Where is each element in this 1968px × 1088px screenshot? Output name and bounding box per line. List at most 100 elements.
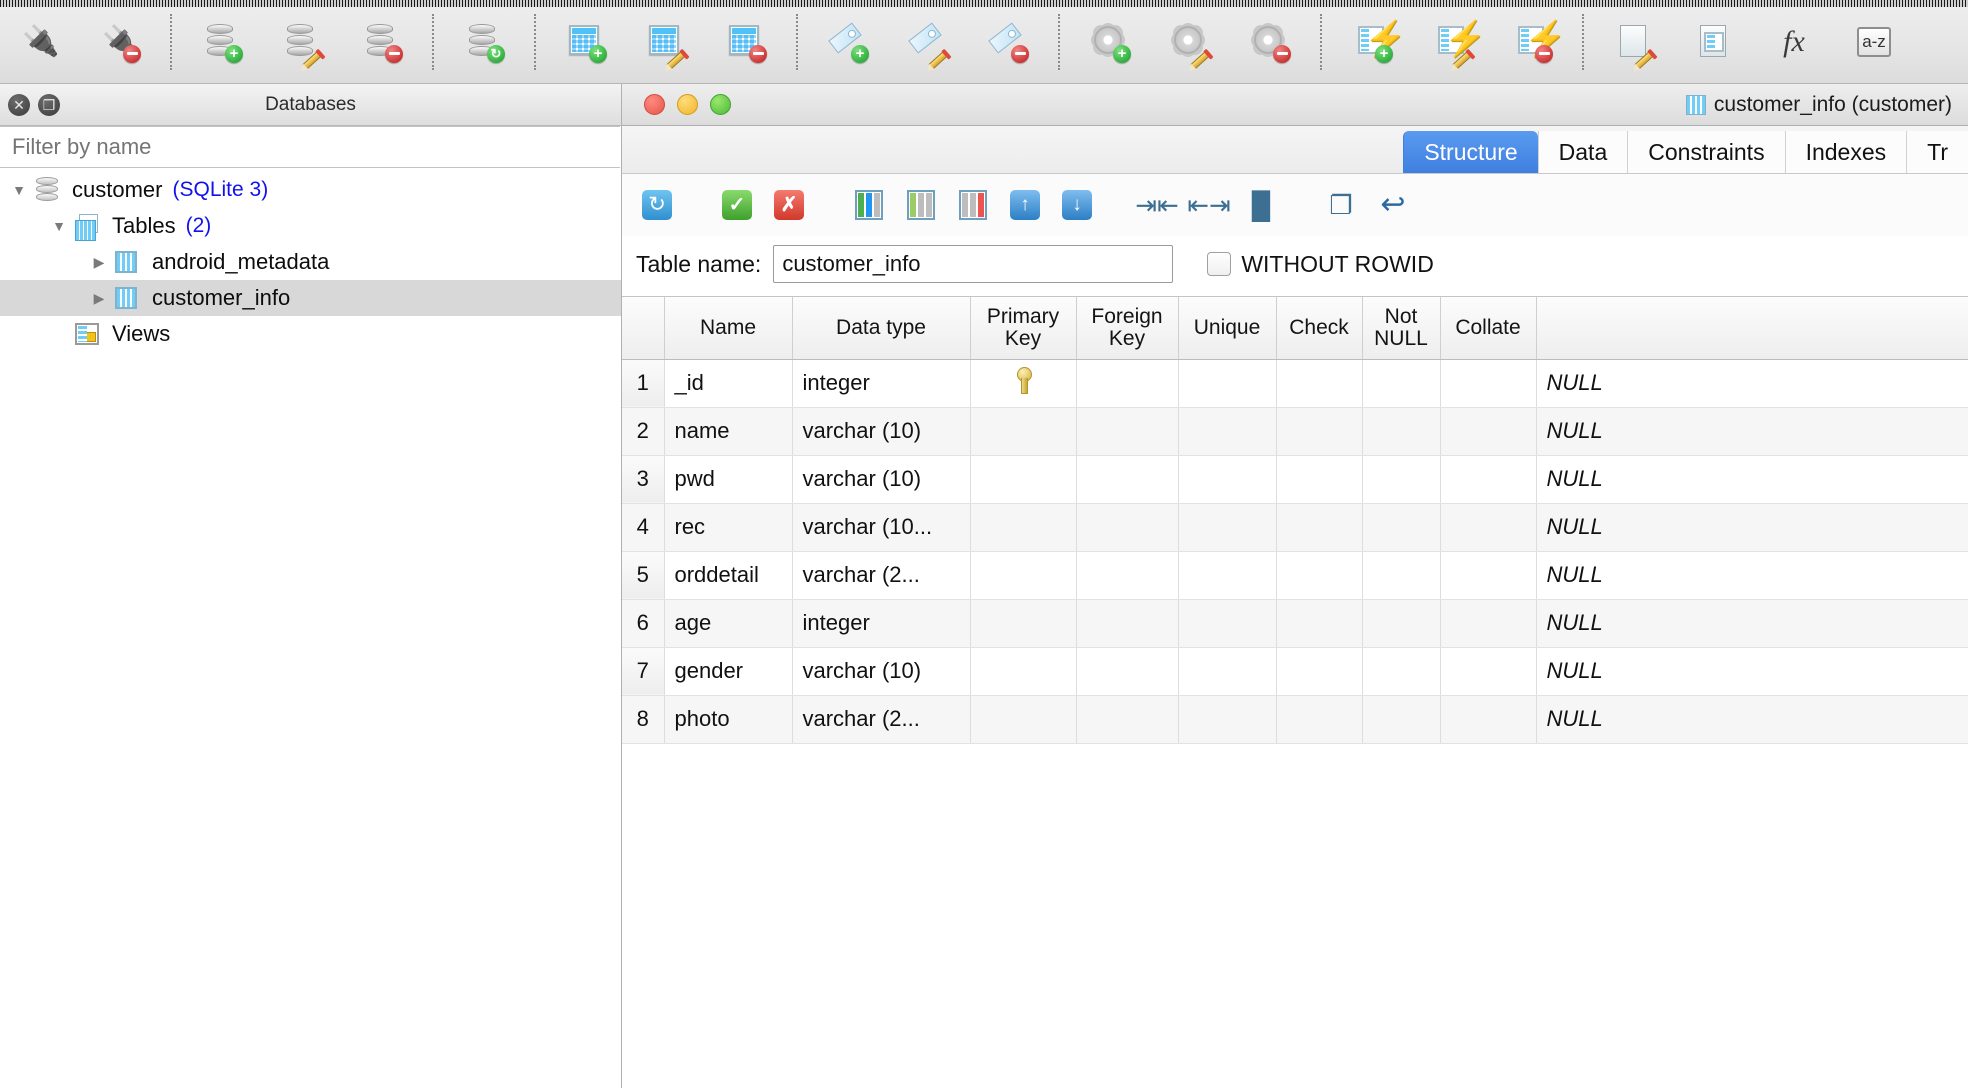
connect-database-icon[interactable]: 🔌 (0, 7, 80, 77)
zoom-window-button[interactable] (710, 94, 731, 115)
cell-foreign-key[interactable] (1076, 647, 1179, 696)
new-query-icon[interactable] (1594, 7, 1674, 77)
add-table-icon[interactable]: + (546, 7, 626, 77)
cell-primary-key[interactable] (970, 407, 1077, 456)
shrink-columns-button[interactable]: ⇥⇤ (1134, 184, 1180, 226)
tree-item-customer-info[interactable]: ▶ customer_info (0, 280, 621, 316)
refresh-button[interactable]: ↻ (634, 184, 680, 226)
cell-default[interactable]: NULL (1536, 695, 1968, 744)
cell-unique[interactable] (1178, 455, 1277, 504)
cell-default[interactable]: NULL (1536, 455, 1968, 504)
cell-foreign-key[interactable] (1076, 407, 1179, 456)
close-window-button[interactable] (644, 94, 665, 115)
edit-index-icon[interactable] (888, 7, 968, 77)
table-row[interactable]: 6 age integer NULL (622, 599, 1968, 648)
cell-datatype[interactable]: varchar (10) (792, 455, 971, 504)
add-field-button[interactable] (846, 184, 892, 226)
cell-default[interactable]: NULL (1536, 551, 1968, 600)
cell-foreign-key[interactable] (1076, 695, 1179, 744)
cell-datatype[interactable]: integer (792, 359, 971, 408)
structure-grid[interactable]: Name Data type Primary Key Foreign Key U… (622, 296, 1968, 1088)
cell-check[interactable] (1276, 551, 1363, 600)
cell-foreign-key[interactable] (1076, 503, 1179, 552)
cell-collate[interactable] (1440, 599, 1537, 648)
cell-primary-key[interactable] (970, 503, 1077, 552)
move-field-up-button[interactable]: ↑ (1002, 184, 1048, 226)
cell-foreign-key[interactable] (1076, 551, 1179, 600)
cell-unique[interactable] (1178, 647, 1277, 696)
tab-indexes[interactable]: Indexes (1784, 131, 1907, 173)
paint-button[interactable]: █ (1238, 184, 1284, 226)
col-header-default[interactable] (1536, 297, 1968, 360)
cell-foreign-key[interactable] (1076, 599, 1179, 648)
cell-datatype[interactable]: varchar (10) (792, 647, 971, 696)
minimize-window-button[interactable] (677, 94, 698, 115)
col-header-datatype[interactable]: Data type (792, 297, 971, 360)
cell-datatype[interactable]: varchar (10... (792, 503, 971, 552)
revert-button[interactable]: ↩ (1370, 184, 1416, 226)
cell-not-null[interactable] (1362, 551, 1441, 600)
edit-database-icon[interactable] (262, 7, 342, 77)
edit-procedure-icon[interactable] (1150, 7, 1230, 77)
cell-unique[interactable] (1178, 503, 1277, 552)
filter-input[interactable] (0, 126, 620, 168)
cell-default[interactable]: NULL (1536, 599, 1968, 648)
delete-index-icon[interactable] (968, 7, 1048, 77)
chevron-right-icon[interactable]: ▶ (86, 290, 112, 307)
cell-collate[interactable] (1440, 359, 1537, 408)
cell-datatype[interactable]: varchar (2... (792, 695, 971, 744)
tab-triggers[interactable]: Tr (1906, 131, 1968, 173)
tab-constraints[interactable]: Constraints (1627, 131, 1785, 173)
cell-default[interactable]: NULL (1536, 503, 1968, 552)
cell-name[interactable]: _id (664, 359, 793, 408)
cell-collate[interactable] (1440, 503, 1537, 552)
table-row[interactable]: 7 gender varchar (10) NULL (622, 647, 1968, 696)
table-row[interactable]: 8 photo varchar (2... NULL (622, 695, 1968, 744)
chevron-down-icon[interactable]: ▼ (6, 182, 32, 198)
cell-datatype[interactable]: varchar (10) (792, 407, 971, 456)
delete-table-icon[interactable] (706, 7, 786, 77)
cell-primary-key[interactable] (970, 695, 1077, 744)
cell-not-null[interactable] (1362, 695, 1441, 744)
edit-trigger-icon[interactable]: ⚡ (1412, 7, 1492, 77)
cell-unique[interactable] (1178, 407, 1277, 456)
cell-collate[interactable] (1440, 551, 1537, 600)
tree-item-tables[interactable]: ▼ Tables (2) (0, 208, 621, 244)
col-header-not-null[interactable]: Not NULL (1362, 297, 1441, 360)
copy-button[interactable]: ❐ (1318, 184, 1364, 226)
tab-structure[interactable]: Structure (1403, 131, 1538, 173)
tree-item-android-metadata[interactable]: ▶ android_metadata (0, 244, 621, 280)
cell-datatype[interactable]: integer (792, 599, 971, 648)
cell-name[interactable]: photo (664, 695, 793, 744)
cell-unique[interactable] (1178, 359, 1277, 408)
cell-name[interactable]: orddetail (664, 551, 793, 600)
table-row[interactable]: 2 name varchar (10) NULL (622, 407, 1968, 456)
cell-unique[interactable] (1178, 695, 1277, 744)
tab-data[interactable]: Data (1537, 131, 1628, 173)
tree-item-views[interactable]: Views (0, 316, 621, 352)
delete-procedure-icon[interactable] (1230, 7, 1310, 77)
discard-button[interactable]: ✗ (766, 184, 812, 226)
table-row[interactable]: 1 _id integer NULL (622, 359, 1968, 408)
cell-primary-key[interactable] (970, 359, 1077, 408)
table-row[interactable]: 3 pwd varchar (10) NULL (622, 455, 1968, 504)
add-index-icon[interactable]: + (808, 7, 888, 77)
cell-not-null[interactable] (1362, 647, 1441, 696)
col-header-check[interactable]: Check (1276, 297, 1363, 360)
sort-az-icon[interactable]: a-z (1834, 7, 1914, 77)
cell-primary-key[interactable] (970, 647, 1077, 696)
apply-button[interactable]: ✓ (714, 184, 760, 226)
cell-check[interactable] (1276, 407, 1363, 456)
cell-foreign-key[interactable] (1076, 359, 1179, 408)
delete-field-button[interactable] (950, 184, 996, 226)
cell-unique[interactable] (1178, 551, 1277, 600)
table-name-input[interactable] (773, 245, 1174, 283)
cell-not-null[interactable] (1362, 407, 1441, 456)
col-header-primary-key[interactable]: Primary Key (970, 297, 1077, 360)
disconnect-database-icon[interactable]: 🔌 (80, 7, 160, 77)
cell-default[interactable]: NULL (1536, 359, 1968, 408)
without-rowid-row[interactable]: WITHOUT ROWID (1207, 251, 1434, 278)
cell-check[interactable] (1276, 359, 1363, 408)
table-row[interactable]: 4 rec varchar (10... NULL (622, 503, 1968, 552)
cell-name[interactable]: age (664, 599, 793, 648)
